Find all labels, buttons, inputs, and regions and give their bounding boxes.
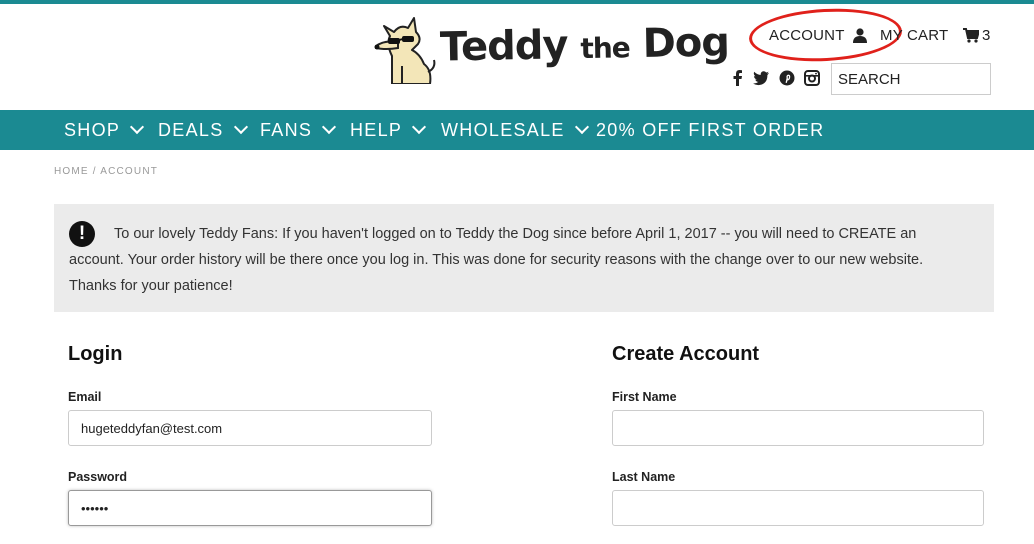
chevron-down-icon — [233, 119, 248, 135]
login-title: Login — [68, 343, 123, 365]
breadcrumb: HOME / ACCOUNT — [54, 166, 158, 177]
chevron-down-icon — [574, 119, 589, 135]
site-logo[interactable]: Teddy the Dog — [372, 14, 729, 84]
pinterest-icon[interactable] — [779, 70, 795, 86]
nav-item-label: 20% OFF FIRST ORDER — [596, 120, 825, 140]
my-cart-link[interactable]: MY CART — [880, 27, 948, 44]
nav-item-label: DEALS — [158, 120, 224, 140]
nav-item-label: FANS — [260, 120, 313, 140]
nav-item-label: WHOLESALE — [441, 120, 565, 140]
first-name-field[interactable] — [612, 410, 984, 446]
logo-word-teddy: Teddy — [439, 22, 568, 71]
dog-mascot-icon — [374, 17, 436, 84]
last-name-field[interactable] — [612, 490, 984, 526]
logo-word-dog: Dog — [642, 19, 730, 67]
instagram-icon[interactable] — [804, 70, 820, 86]
chevron-down-icon — [322, 119, 337, 135]
breadcrumb-current: ACCOUNT — [100, 166, 159, 177]
nav-item-fans[interactable]: FANS — [260, 110, 337, 150]
logo-wordmark: Teddy the Dog — [440, 19, 730, 70]
nav-item-shop[interactable]: SHOP — [64, 110, 145, 150]
chevron-down-icon — [130, 119, 145, 135]
chevron-down-icon — [412, 119, 427, 135]
password-field[interactable] — [68, 490, 432, 526]
main-navigation: SHOP DEALS FANS HELP WHOLESALE 20% OFF F… — [0, 110, 1034, 150]
facebook-icon[interactable] — [730, 70, 746, 86]
cart-count-badge[interactable]: 3 — [982, 27, 990, 44]
email-field[interactable] — [68, 410, 432, 446]
site-header: Teddy the Dog ACCOUNT MY CART 3 — [0, 4, 1034, 110]
last-name-label: Last Name — [612, 470, 676, 484]
logo-word-the: the — [580, 31, 631, 66]
nav-item-label: SHOP — [64, 120, 121, 140]
search-input[interactable] — [831, 63, 991, 95]
password-label: Password — [68, 470, 128, 484]
login-notice-banner: ! To our lovely Teddy Fans: If you haven… — [54, 204, 994, 312]
nav-item-deals[interactable]: DEALS — [158, 110, 248, 150]
twitter-icon[interactable] — [753, 70, 769, 86]
nav-item-label: HELP — [350, 120, 403, 140]
breadcrumb-separator: / — [92, 166, 97, 177]
first-name-label: First Name — [612, 390, 677, 404]
cart-icon[interactable] — [963, 28, 979, 43]
breadcrumb-home-link[interactable]: HOME — [54, 166, 89, 177]
nav-item-help[interactable]: HELP — [350, 110, 427, 150]
nav-item-first-order-offer[interactable]: 20% OFF FIRST ORDER — [596, 110, 824, 150]
email-label: Email — [68, 390, 102, 404]
create-account-title: Create Account — [612, 343, 760, 365]
nav-item-wholesale[interactable]: WHOLESALE — [441, 110, 589, 150]
notice-text: To our lovely Teddy Fans: If you haven't… — [69, 226, 924, 294]
